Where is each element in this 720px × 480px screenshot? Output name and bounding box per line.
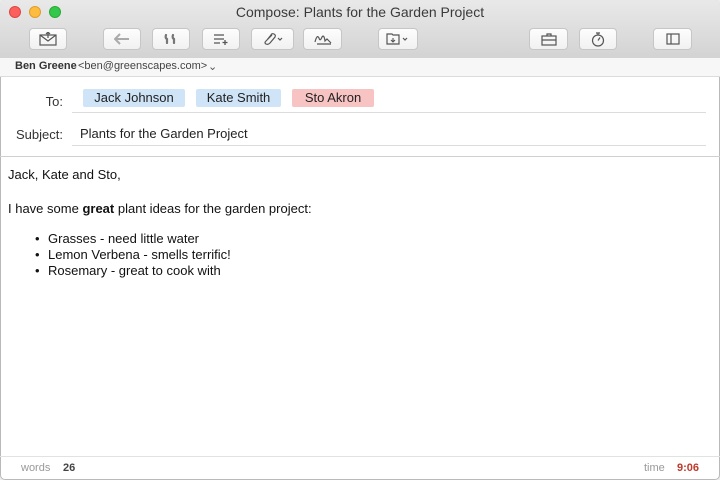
bullet-glyph: • [35,247,40,262]
header-divider [0,156,720,157]
subject-label: Subject: [16,127,63,142]
time-label: time [644,462,665,474]
list-item-text: Lemon Verbena - smells terrific! [48,247,231,262]
title-bar: Compose: Plants for the Garden Project [0,0,720,59]
message-body[interactable]: Jack, Kate and Sto, I have some great pl… [8,167,312,279]
folder-icon [386,32,410,46]
send-button[interactable] [29,28,67,50]
chevron-down-icon[interactable]: ⌄ [208,60,217,73]
to-label: To: [45,94,63,109]
format-list-icon [213,33,229,45]
quote-icon [164,34,178,44]
intro-paragraph: I have some great plant ideas for the ga… [8,201,312,217]
list-item: • Grasses - need little water [8,231,312,247]
folder-button[interactable] [378,28,418,50]
sender-email: <ben@greenscapes.com> [78,60,208,72]
reply-button[interactable] [103,28,141,50]
bullet-glyph: • [35,231,40,246]
time-value: 9:06 [677,462,700,474]
greeting-text: Jack, Kate and Sto, [8,167,121,182]
timer-button[interactable] [579,28,617,50]
sidebar-button[interactable] [653,28,692,50]
format-button[interactable] [202,28,240,50]
recipient-token[interactable]: Kate Smith [196,89,281,107]
subject-input[interactable]: Plants for the Garden Project [80,126,248,141]
send-envelope-icon [39,32,57,46]
window-title: Compose: Plants for the Garden Project [235,4,485,20]
intro-text-start: I have some [8,201,79,216]
from-row[interactable]: Ben Greene <ben@greenscapes.com> ⌄ [0,58,720,77]
recipient-token[interactable]: Sto Akron [292,89,374,107]
list-item-text: Rosemary - great to cook with [48,263,221,278]
intro-text-end: plant ideas for the garden project: [117,201,312,216]
status-bar: words 26 time 9:06 [0,456,720,480]
attach-button[interactable] [251,28,294,50]
compose-window: Compose: Plants for the Garden Project B… [0,0,720,480]
list-item: • Lemon Verbena - smells terrific! [8,247,312,263]
sender-name: Ben Greene [15,60,77,72]
plant-list: • Grasses - need little water • Lemon Verb… [8,231,312,279]
to-field-divider [72,112,706,113]
timer-icon [591,31,605,47]
recipient-token[interactable]: Jack Johnson [83,89,185,107]
briefcase-icon [540,32,557,46]
sidebar-icon [665,33,680,45]
signature-icon [313,33,332,45]
words-label: words [21,462,51,474]
signature-button[interactable] [303,28,342,50]
reply-arrow-icon [114,33,130,45]
briefcase-button[interactable] [529,28,568,50]
list-item: • Rosemary - great to cook with [8,263,312,279]
subject-field-divider [72,145,706,146]
quote-button[interactable] [152,28,190,50]
intro-bold-text: great [82,201,115,216]
bullet-glyph: • [35,263,40,278]
paperclip-icon [262,32,284,46]
list-item-text: Grasses - need little water [48,231,200,246]
word-count: 26 [63,462,76,474]
